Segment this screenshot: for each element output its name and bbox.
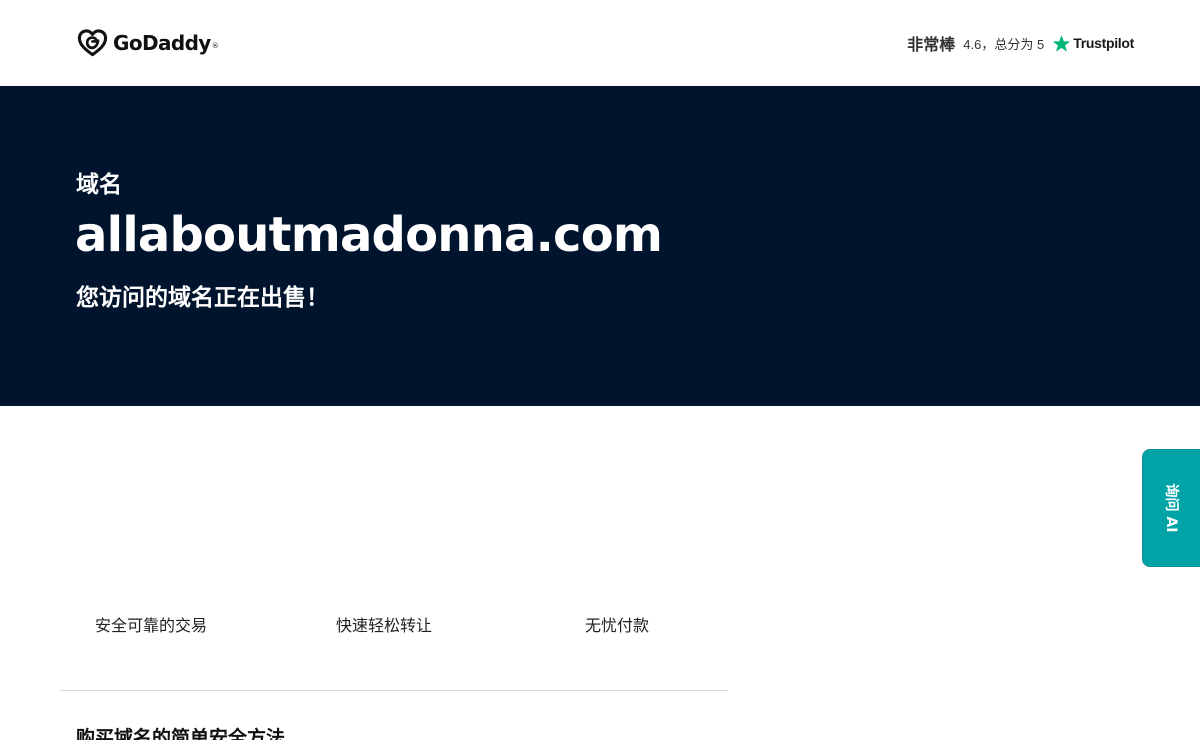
feature-list: 安全可靠的交易 快速轻松转让 无忧付款 (60, 612, 728, 636)
godaddy-logo[interactable]: GoDaddy® (77, 28, 219, 58)
site-header: GoDaddy® 非常棒 4.6，总分为 5 Trustpilot (0, 0, 1200, 86)
ask-ai-label: 询问 AI (1163, 483, 1179, 533)
hero-label: 域名 (76, 172, 122, 198)
feature-easy-payment: 无忧付款 (585, 616, 650, 635)
feature-secure-transaction: 安全可靠的交易 (95, 616, 208, 635)
domain-name: allaboutmadonna.com (75, 207, 663, 263)
trustpilot-star-icon (1053, 34, 1071, 52)
rating-word: 非常棒 (907, 35, 956, 54)
trustpilot-rating[interactable]: 非常棒 4.6，总分为 5 Trustpilot (907, 31, 1134, 55)
feature-fast-transfer: 快速轻松转让 (336, 616, 433, 635)
hero-banner: 域名 allaboutmadonna.com 您访问的域名正在出售！ (0, 86, 1200, 406)
trustpilot-name: Trustpilot (1073, 35, 1134, 51)
section-title: 购买域名的简单安全方法 (76, 727, 286, 740)
ask-ai-button[interactable]: 询问 AI (1142, 449, 1200, 567)
registered-mark: ® (211, 42, 219, 50)
godaddy-heart-logo-icon (77, 29, 108, 57)
brand-name: GoDaddy® (113, 31, 219, 55)
hero-subtitle: 您访问的域名正在出售！ (76, 285, 329, 311)
section-divider (60, 690, 728, 691)
rating-score: 4.6，总分为 5 (963, 36, 1045, 52)
